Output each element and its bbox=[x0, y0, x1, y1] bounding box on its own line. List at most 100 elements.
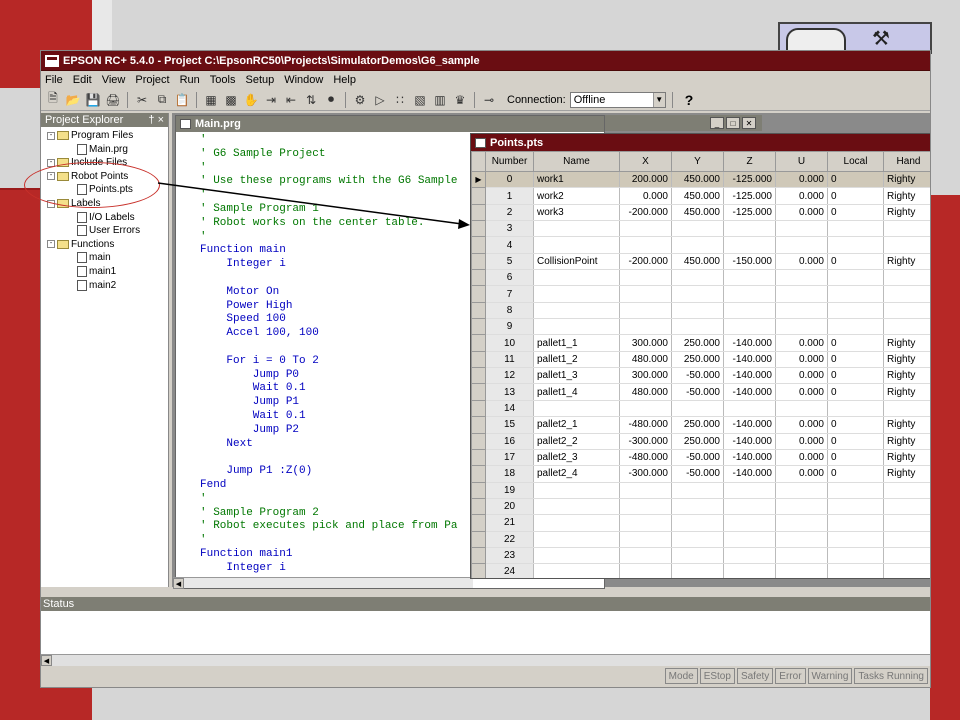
table-cell[interactable] bbox=[671, 269, 724, 287]
open-folder-icon[interactable]: 📂 bbox=[65, 92, 81, 108]
table-cell[interactable]: 0.000 bbox=[775, 449, 828, 467]
table-cell[interactable]: -300.000 bbox=[619, 465, 672, 483]
table-cell[interactable] bbox=[723, 498, 776, 516]
table-cell[interactable]: 0 bbox=[827, 204, 884, 222]
row-selector[interactable] bbox=[471, 432, 486, 450]
row-selector[interactable] bbox=[471, 546, 486, 565]
menu-help[interactable]: Help bbox=[333, 74, 356, 86]
command-window-icon[interactable]: ▷ bbox=[372, 92, 388, 108]
table-cell[interactable]: 6 bbox=[485, 269, 534, 287]
table-cell[interactable]: 0.000 bbox=[775, 253, 828, 271]
table-cell[interactable]: -140.000 bbox=[723, 433, 776, 450]
table-cell[interactable] bbox=[671, 563, 724, 578]
column-header-number[interactable]: Number bbox=[485, 151, 534, 172]
table-row[interactable]: 7 bbox=[471, 285, 930, 303]
table-cell[interactable] bbox=[671, 547, 724, 565]
row-selector[interactable] bbox=[471, 383, 486, 401]
table-cell[interactable]: -125.000 bbox=[723, 171, 776, 189]
table-cell[interactable]: pallet2_4 bbox=[533, 465, 620, 483]
table-cell[interactable]: 3 bbox=[485, 220, 534, 238]
table-cell[interactable] bbox=[723, 269, 776, 287]
table-cell[interactable] bbox=[619, 563, 672, 578]
table-cell[interactable] bbox=[723, 531, 776, 548]
row-selector[interactable] bbox=[471, 269, 486, 287]
scroll-left-icon[interactable]: ◀ bbox=[173, 578, 184, 589]
table-cell[interactable] bbox=[827, 563, 884, 578]
menu-edit[interactable]: Edit bbox=[73, 74, 92, 86]
table-cell[interactable] bbox=[827, 220, 884, 238]
table-cell[interactable] bbox=[723, 514, 776, 532]
table-cell[interactable]: Righty bbox=[883, 253, 930, 271]
table-cell[interactable]: Righty bbox=[883, 204, 930, 222]
table-cell[interactable]: 0.000 bbox=[775, 433, 828, 450]
column-header-local[interactable]: Local bbox=[827, 151, 884, 172]
table-cell[interactable] bbox=[883, 318, 930, 336]
table-cell[interactable] bbox=[883, 482, 930, 499]
table-cell[interactable]: 5 bbox=[485, 253, 534, 271]
close-icon[interactable]: × bbox=[158, 114, 164, 126]
table-cell[interactable] bbox=[883, 269, 930, 287]
table-cell[interactable]: 0.000 bbox=[775, 187, 828, 205]
tree-item-functions[interactable]: - Functions bbox=[47, 238, 114, 251]
table-cell[interactable] bbox=[775, 547, 828, 565]
row-selector[interactable] bbox=[471, 220, 486, 238]
table-cell[interactable] bbox=[775, 514, 828, 532]
table-cell[interactable]: work2 bbox=[533, 187, 620, 205]
table-cell[interactable]: -150.000 bbox=[723, 253, 776, 271]
table-cell[interactable]: 0.000 bbox=[775, 465, 828, 483]
table-row[interactable]: 11 pallet1_2 480.000 250.000 -140.000 0.000 0 R… bbox=[471, 350, 930, 369]
table-cell[interactable]: Righty bbox=[883, 351, 930, 369]
table-cell[interactable] bbox=[827, 498, 884, 516]
table-cell[interactable] bbox=[827, 236, 884, 254]
table-cell[interactable] bbox=[533, 269, 620, 287]
tree-item-main-prg[interactable]: Main.prg bbox=[77, 143, 128, 156]
table-row[interactable]: 18 pallet2_4 -300.000 -50.000 -140.000 0.000 0… bbox=[471, 465, 930, 483]
table-cell[interactable] bbox=[775, 400, 828, 418]
save-all-icon[interactable]: 💾 bbox=[85, 92, 101, 108]
column-header-z[interactable]: Z bbox=[723, 151, 776, 172]
row-selector[interactable] bbox=[471, 497, 486, 516]
table-cell[interactable] bbox=[827, 285, 884, 303]
table-cell[interactable]: 0 bbox=[827, 383, 884, 401]
table-cell[interactable]: -140.000 bbox=[723, 383, 776, 401]
table-cell[interactable] bbox=[775, 220, 828, 238]
table-cell[interactable]: Righty bbox=[883, 416, 930, 434]
table-cell[interactable] bbox=[883, 531, 930, 548]
table-row[interactable]: 13 pallet1_4 480.000 -50.000 -140.000 0.000 0 R… bbox=[471, 383, 930, 401]
table-cell[interactable] bbox=[775, 482, 828, 499]
table-cell[interactable]: Righty bbox=[883, 187, 930, 205]
table-cell[interactable] bbox=[619, 285, 672, 303]
table-cell[interactable] bbox=[883, 563, 930, 578]
table-cell[interactable] bbox=[883, 547, 930, 565]
table-cell[interactable]: 300.000 bbox=[619, 334, 672, 352]
outdent-icon[interactable]: ⇤ bbox=[283, 92, 299, 108]
table-cell[interactable]: 200.000 bbox=[619, 171, 672, 189]
table-cell[interactable]: 0 bbox=[827, 351, 884, 369]
row-selector[interactable] bbox=[471, 318, 486, 336]
table-cell[interactable] bbox=[827, 531, 884, 548]
table-cell[interactable] bbox=[883, 220, 930, 238]
menu-window[interactable]: Window bbox=[284, 74, 323, 86]
table-cell[interactable]: 21 bbox=[485, 514, 534, 532]
table-cell[interactable]: 0 bbox=[827, 187, 884, 205]
column-header-hand[interactable]: Hand bbox=[883, 151, 930, 172]
table-cell[interactable]: Righty bbox=[883, 334, 930, 352]
tree-item-main[interactable]: main bbox=[77, 251, 111, 264]
row-selector[interactable] bbox=[471, 350, 486, 369]
table-cell[interactable] bbox=[723, 318, 776, 336]
tree-item-program-files[interactable]: - Program Files bbox=[47, 129, 133, 142]
maximize-icon[interactable]: □ bbox=[726, 117, 740, 129]
menu-run[interactable]: Run bbox=[180, 74, 200, 86]
tree-item-i-o-labels[interactable]: I/O Labels bbox=[77, 211, 135, 224]
io-monitor-icon[interactable]: ∷ bbox=[392, 92, 408, 108]
table-cell[interactable] bbox=[827, 269, 884, 287]
copy-icon[interactable]: ⧉ bbox=[154, 92, 170, 108]
table-cell[interactable] bbox=[723, 547, 776, 565]
table-cell[interactable]: 0.000 bbox=[775, 383, 828, 401]
table-cell[interactable]: pallet2_3 bbox=[533, 449, 620, 467]
cut-icon[interactable]: ✂ bbox=[134, 92, 150, 108]
table-row[interactable]: 23 bbox=[471, 546, 930, 565]
minimize-icon[interactable]: _ bbox=[710, 117, 724, 129]
table-cell[interactable]: 9 bbox=[485, 318, 534, 336]
table-cell[interactable]: 7 bbox=[485, 285, 534, 303]
